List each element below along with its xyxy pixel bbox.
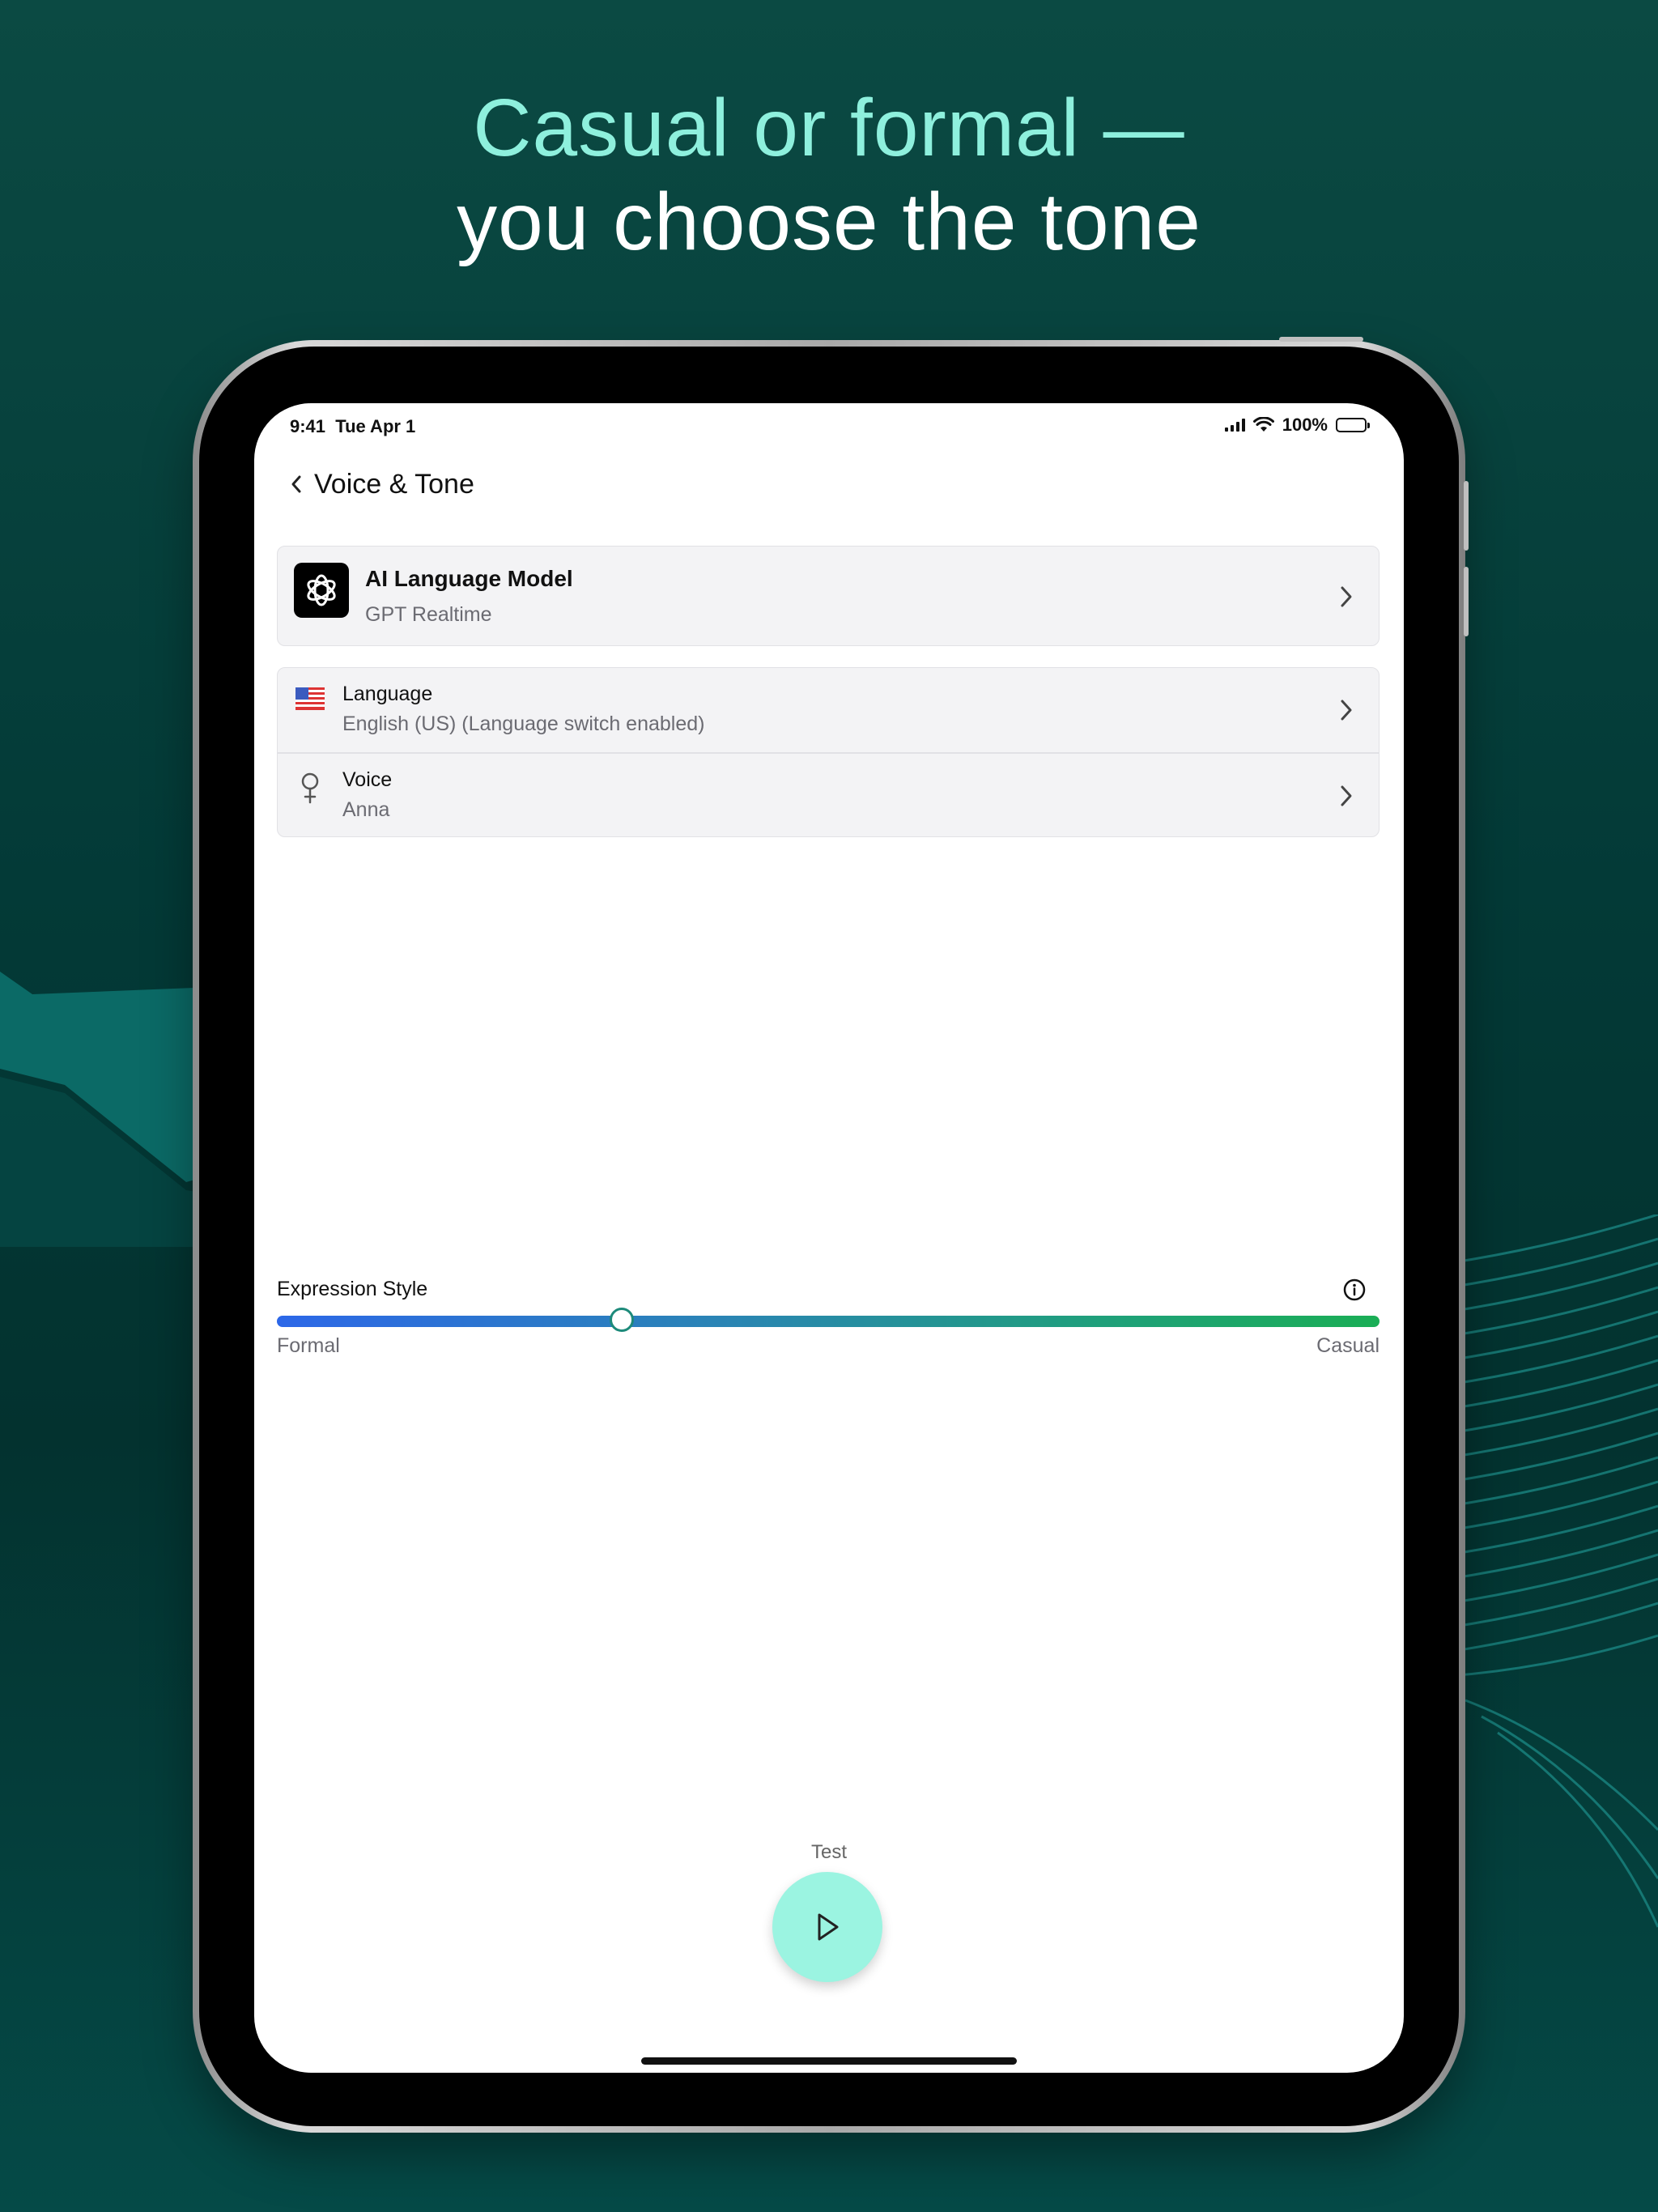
- device-volume-up-button: [1464, 481, 1469, 551]
- test-label: Test: [810, 1841, 847, 1863]
- voice-subtitle: Anna: [342, 798, 390, 821]
- page-title: Voice & Tone: [314, 469, 474, 500]
- chevron-right-icon: [1341, 586, 1352, 607]
- info-icon[interactable]: [1342, 1278, 1367, 1302]
- battery-percentage: 100%: [1282, 415, 1328, 435]
- slider-min-label: Formal: [277, 1334, 340, 1357]
- headline: Casual or formal — you choose the tone: [0, 81, 1658, 269]
- test-play-button[interactable]: [772, 1872, 882, 1982]
- home-indicator: [641, 2057, 1017, 2065]
- device-top-button: [1279, 337, 1363, 342]
- back-button[interactable]: [280, 466, 312, 502]
- slider-thumb[interactable]: [610, 1308, 635, 1332]
- chevron-left-icon: [291, 475, 301, 493]
- wifi-icon: [1252, 417, 1274, 432]
- openai-logo-icon: [294, 563, 349, 618]
- device-volume-down-button: [1464, 567, 1469, 636]
- voice-settings-card: Language English (US) (Language switch e…: [277, 667, 1380, 837]
- status-time: 9:41 Tue Apr 1: [290, 416, 416, 436]
- female-symbol-icon: [301, 772, 319, 803]
- background-wave-right: [1449, 1214, 1658, 1928]
- navigation-bar: Voice & Tone: [254, 460, 1404, 508]
- status-indicators: 100%: [1224, 415, 1370, 436]
- app-screen: 9:41 Tue Apr 1 100% Voice & Tone AI Lang…: [254, 403, 1404, 2073]
- voice-title: Voice: [342, 768, 393, 791]
- voice-row[interactable]: Voice Anna: [278, 754, 1379, 838]
- language-row[interactable]: Language English (US) (Language switch e…: [278, 668, 1379, 752]
- play-icon: [818, 1913, 839, 1941]
- status-date: Tue Apr 1: [335, 416, 416, 436]
- ai-model-title: AI Language Model: [365, 566, 573, 591]
- us-flag-icon: [295, 687, 325, 710]
- slider-max-label: Casual: [1316, 1334, 1380, 1357]
- cellular-signal-icon: [1224, 419, 1245, 432]
- battery-icon: [1336, 418, 1370, 432]
- headline-line-2: you choose the tone: [457, 177, 1201, 267]
- ai-model-card[interactable]: AI Language Model GPT Realtime: [277, 546, 1380, 646]
- chevron-right-icon: [1341, 700, 1352, 721]
- language-title: Language: [342, 683, 433, 705]
- chevron-right-icon: [1341, 785, 1352, 806]
- language-subtitle: English (US) (Language switch enabled): [342, 713, 705, 735]
- headline-line-1: Casual or formal —: [473, 83, 1185, 173]
- ai-model-subtitle: GPT Realtime: [365, 603, 492, 626]
- expression-style-slider[interactable]: [277, 1308, 1380, 1332]
- status-bar: 9:41 Tue Apr 1 100%: [254, 403, 1404, 449]
- expression-style-label: Expression Style: [277, 1278, 428, 1300]
